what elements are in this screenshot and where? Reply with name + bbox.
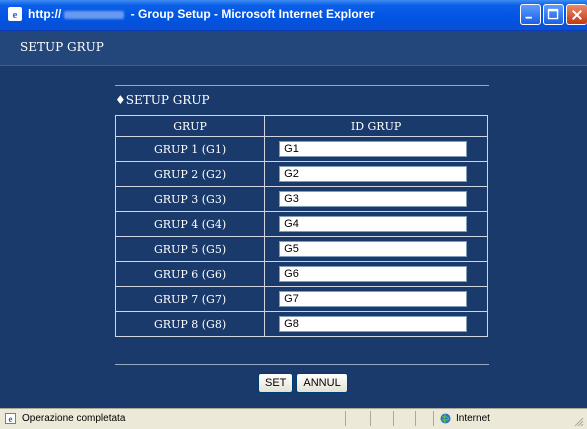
window-title: http:// - Group Setup - Microsoft Intern… [28,7,375,21]
status-separator [370,411,371,426]
group-id-input[interactable] [279,241,468,257]
maximize-button[interactable] [543,4,564,25]
group-table: GRUP ID GRUP GRUP 1 (G1) GRUP 2 (G2) GRU… [114,115,488,337]
group-id-input[interactable] [279,216,468,232]
status-separator [415,411,416,426]
page-header: SETUP GRUP [0,31,587,66]
group-id-input[interactable] [279,291,468,307]
ie-logo-icon: e [8,7,22,21]
group-id-input[interactable] [279,166,468,182]
cancel-button[interactable]: ANNUL [296,373,348,393]
minimize-icon [525,16,532,19]
group-label: GRUP 6 (G6) [114,261,266,287]
table-row: GRUP 6 (G6) [114,261,488,287]
table-row: GRUP 5 (G5) [114,236,488,262]
table-row: GRUP 3 (G3) [114,186,488,212]
table-row: GRUP 2 (G2) [114,161,488,187]
maximize-icon [547,8,559,20]
group-id-input[interactable] [279,141,468,157]
page-done-icon: e [5,413,16,424]
group-label: GRUP 5 (G5) [114,236,266,262]
status-separator [433,411,434,426]
group-label: GRUP 7 (G7) [114,286,266,312]
group-label: GRUP 1 (G1) [114,136,266,162]
redacted-address [64,10,125,19]
page-content: SETUP GRUP ♦SETUP GRUP GRUP ID GRUP GRUP… [0,31,587,408]
close-button[interactable] [566,4,587,25]
table-row: GRUP 4 (G4) [114,211,488,237]
status-separator [393,411,394,426]
group-label: GRUP 2 (G2) [114,161,266,187]
action-buttons: SET ANNUL [258,371,351,393]
section-title: ♦SETUP GRUP [115,93,210,107]
security-zone: Internet [456,413,490,424]
title-suffix: - Group Setup - Microsoft Internet Explo… [127,7,375,21]
set-button[interactable]: SET [258,373,294,393]
table-header-row: GRUP ID GRUP [114,115,488,137]
group-label: GRUP 3 (G3) [114,186,266,212]
table-row: GRUP 8 (G8) [114,311,488,337]
page-title: SETUP GRUP [20,40,104,54]
minimize-button[interactable] [520,4,541,25]
title-prefix: http:// [28,7,62,21]
bottom-divider [115,364,489,365]
svg-text:e: e [9,414,13,424]
globe-icon [440,413,451,424]
group-id-input[interactable] [279,266,468,282]
status-separator [345,411,346,426]
close-icon [572,10,582,20]
group-label: GRUP 8 (G8) [114,311,266,337]
header-grup: GRUP [114,115,266,137]
window-titlebar: e http:// - Group Setup - Microsoft Inte… [0,0,587,31]
status-bar: e Operazione completata Internet [0,408,587,429]
status-text: Operazione completata [22,413,126,424]
group-id-input[interactable] [279,316,468,332]
table-row: GRUP 7 (G7) [114,286,488,312]
table-row: GRUP 1 (G1) [114,136,488,162]
header-id-grup: ID GRUP [264,115,488,137]
svg-text:e: e [13,9,18,21]
group-id-input[interactable] [279,191,468,207]
top-divider [115,85,489,86]
group-label: GRUP 4 (G4) [114,211,266,237]
resize-grip-icon[interactable] [574,417,584,427]
